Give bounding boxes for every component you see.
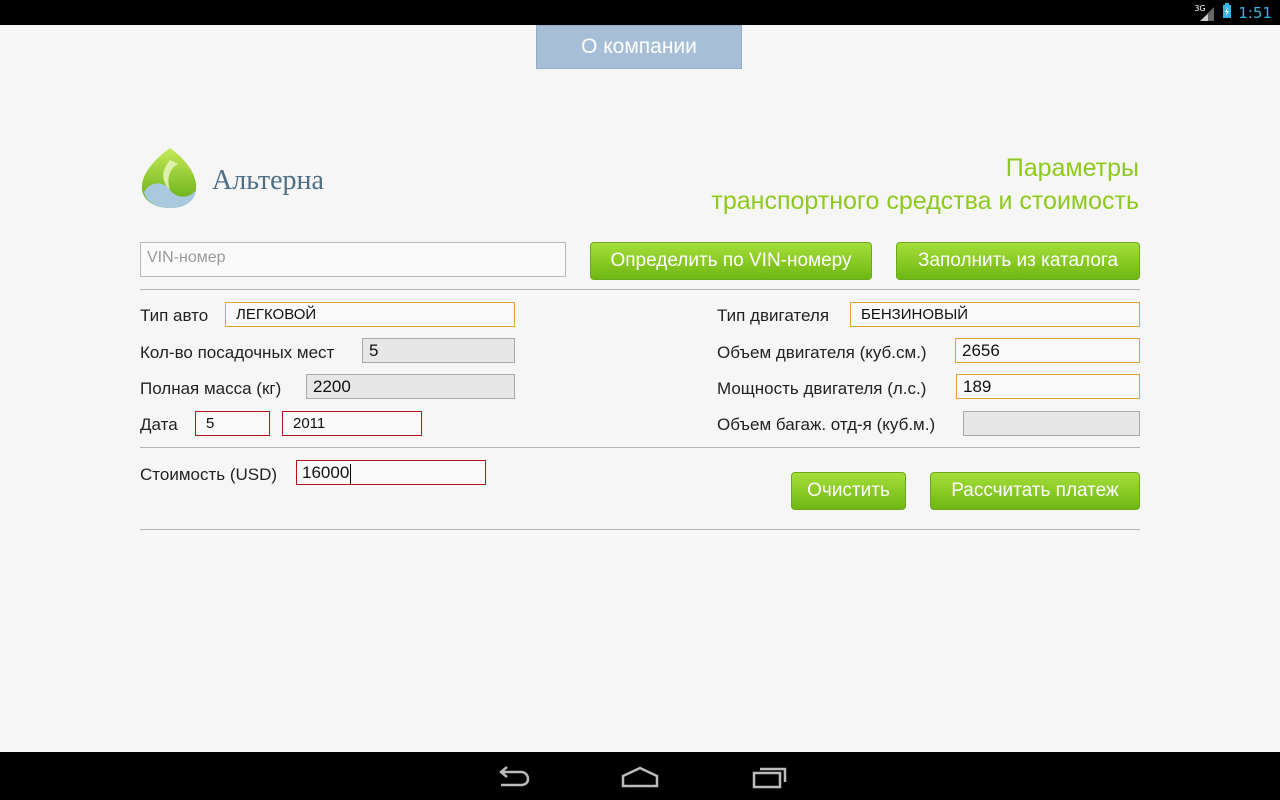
- page-title-line1: Параметры: [1005, 154, 1139, 182]
- date-month-field[interactable]: 5: [195, 411, 270, 436]
- clear-button[interactable]: Очистить: [791, 472, 906, 510]
- text-caret: [350, 463, 352, 484]
- seats-label: Кол-во посадочных мест: [140, 343, 335, 362]
- calculate-payment-button[interactable]: Рассчитать платеж: [930, 472, 1140, 510]
- trunk-volume-label: Объем багаж. отд-я (куб.м.): [717, 415, 936, 434]
- engine-volume-field[interactable]: 2656: [955, 338, 1140, 363]
- date-year-field[interactable]: 2011: [282, 411, 422, 436]
- navigation-bar: [0, 752, 1280, 800]
- leaf-logo-icon: [141, 148, 197, 208]
- divider-middle: [140, 447, 1140, 448]
- company-logo: Альтерна: [140, 146, 324, 208]
- cost-value: 16000: [302, 463, 350, 482]
- engine-volume-label: Объем двигателя (куб.см.): [717, 343, 927, 362]
- status-icons: 3G 1:51: [1194, 0, 1272, 25]
- trunk-volume-field[interactable]: [963, 411, 1140, 436]
- date-label: Дата: [140, 415, 178, 434]
- engine-type-label: Тип двигателя: [717, 306, 830, 325]
- cost-field[interactable]: 16000: [296, 460, 486, 485]
- engine-power-label: Мощность двигателя (л.с.): [717, 379, 927, 398]
- battery-icon: [1222, 2, 1232, 23]
- signal-icon: 3G: [1194, 4, 1216, 22]
- status-bar: 3G 1:51: [0, 0, 1280, 25]
- detect-by-vin-button[interactable]: Определить по VIN-номеру: [590, 242, 872, 280]
- logo-text: Альтерна: [212, 165, 324, 196]
- page-title-line2: транспортного средства и стоимость: [711, 187, 1139, 215]
- divider-top: [140, 289, 1140, 290]
- mass-label: Полная масса (кг): [140, 379, 282, 398]
- mass-field[interactable]: 2200: [306, 374, 515, 399]
- engine-type-field[interactable]: БЕНЗИНОВЫЙ: [850, 302, 1140, 327]
- about-company-button[interactable]: О компании: [536, 25, 742, 69]
- divider-bottom: [140, 529, 1140, 530]
- recent-apps-icon[interactable]: [750, 764, 790, 790]
- home-icon[interactable]: [620, 764, 660, 790]
- cost-label: Стоимость (USD): [140, 465, 278, 484]
- back-icon[interactable]: [493, 764, 533, 790]
- engine-power-field[interactable]: 189: [956, 374, 1140, 399]
- clock: 1:51: [1238, 3, 1272, 22]
- car-type-field[interactable]: ЛЕГКОВОЙ: [225, 302, 515, 327]
- car-type-label: Тип авто: [140, 306, 209, 325]
- fill-from-catalog-button[interactable]: Заполнить из каталога: [896, 242, 1140, 280]
- seats-field[interactable]: 5: [362, 338, 515, 363]
- vin-input[interactable]: VIN-номер: [140, 242, 566, 277]
- page-title: Параметры транспортного средства и стоим…: [711, 152, 1139, 218]
